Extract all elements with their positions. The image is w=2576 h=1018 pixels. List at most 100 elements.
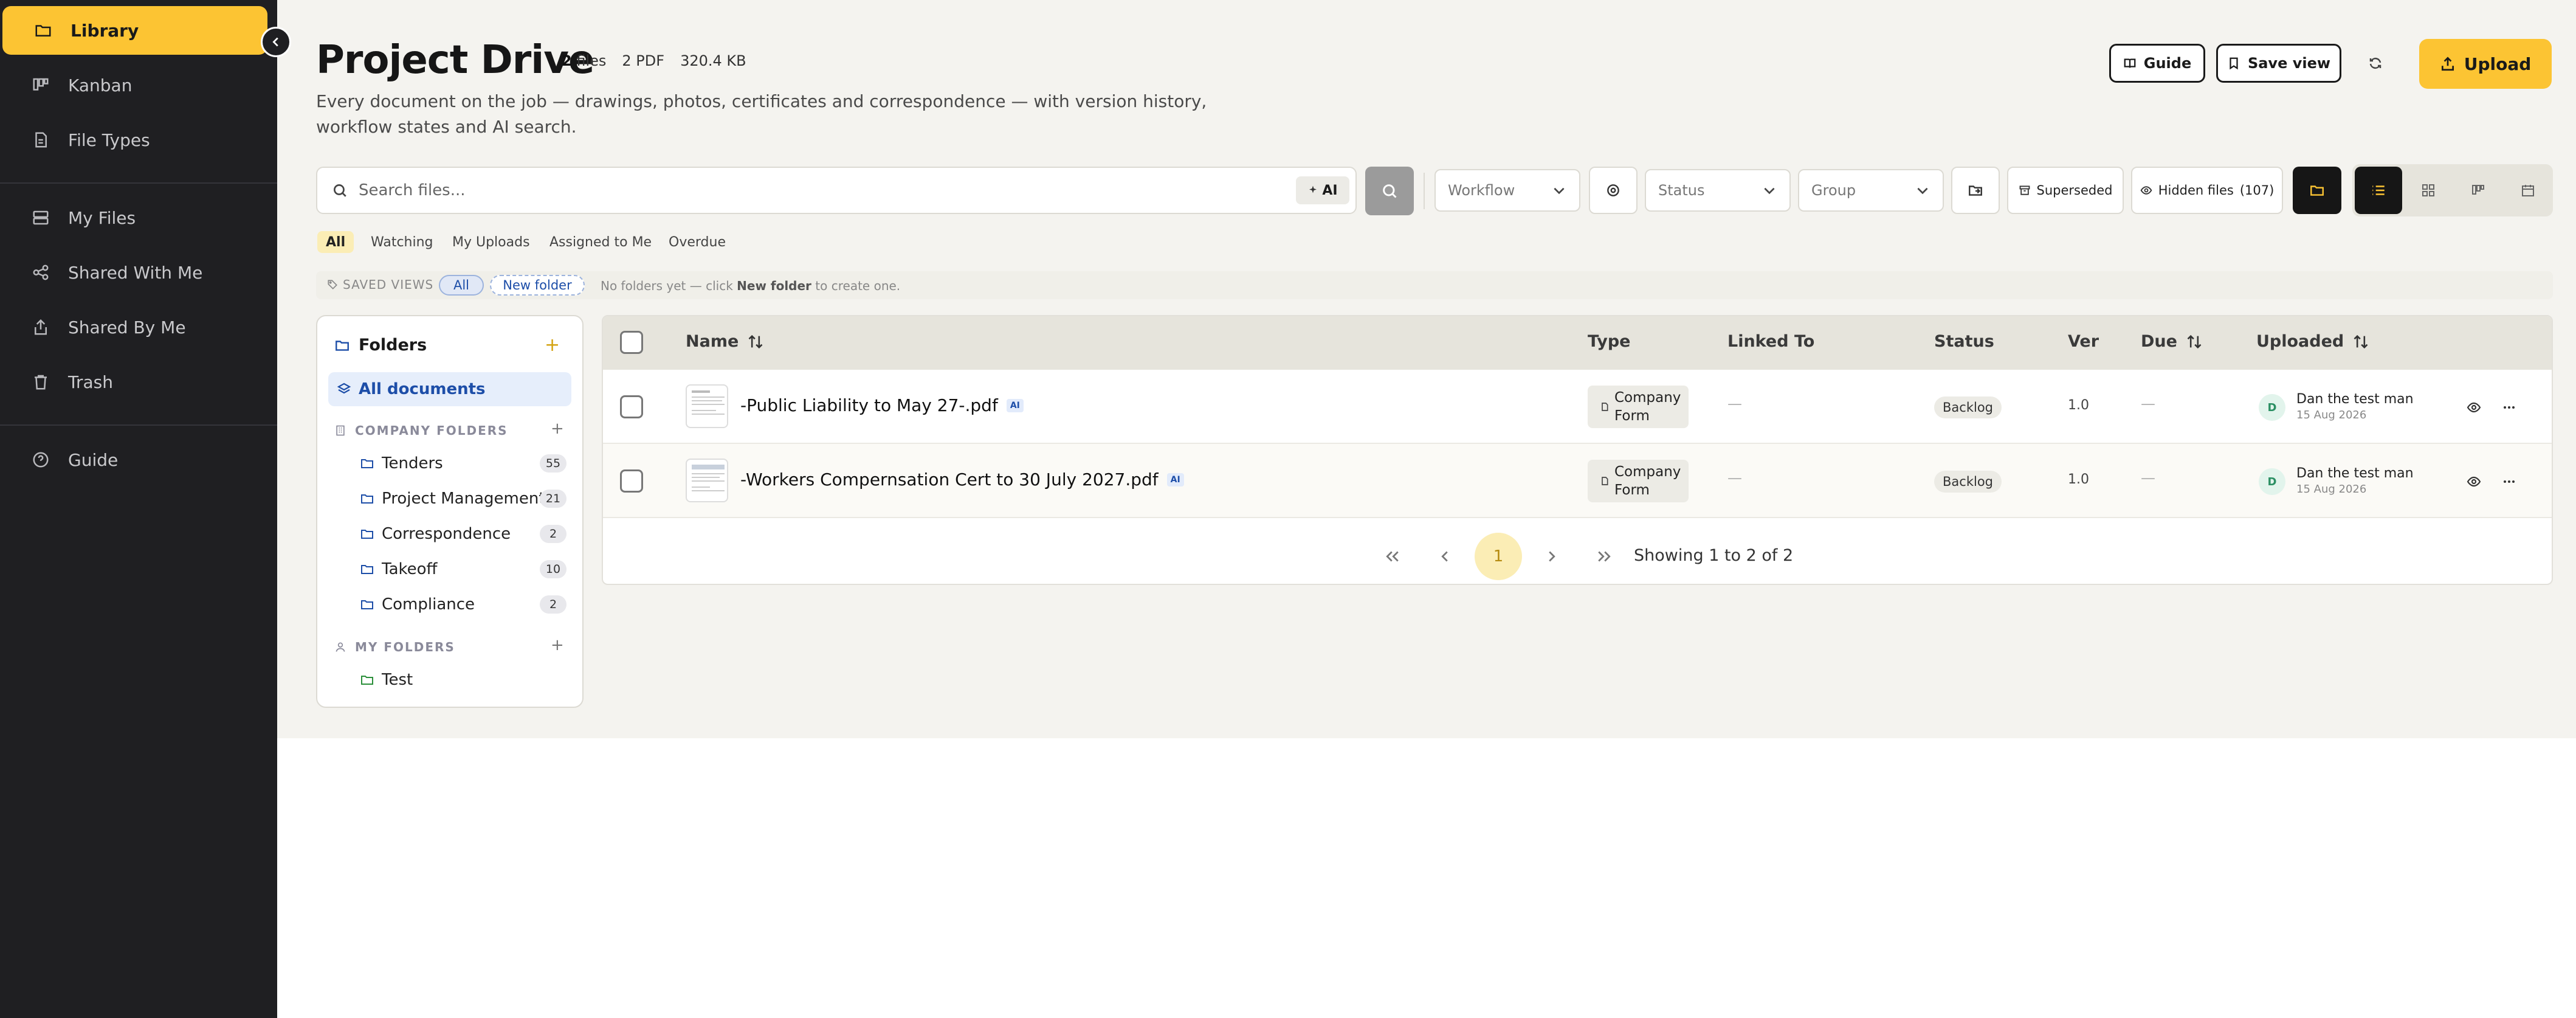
folder-item-project-management[interactable]: Project Management 21 (360, 486, 567, 511)
ai-indexed-badge: AI (1006, 398, 1024, 412)
company-folders-label: COMPANY FOLDERS (334, 423, 508, 438)
sidebar-item-trash[interactable]: Trash (0, 358, 269, 406)
file-name[interactable]: -Workers Compernsation Cert to 30 July 2… (740, 469, 1184, 490)
folder-count: 2 (540, 595, 567, 614)
sidebar-item-shared-with-me[interactable]: Shared With Me (0, 248, 269, 297)
calendar-view-button[interactable] (2504, 167, 2552, 214)
page-title: Project Drive (316, 38, 594, 83)
folder-item-takeoff[interactable]: Takeoff 10 (360, 557, 567, 581)
folder-count: 21 (540, 490, 567, 508)
more-actions-button[interactable] (2498, 396, 2520, 418)
sidebar-collapse-button[interactable] (261, 27, 291, 57)
sidebar-divider (0, 424, 277, 426)
search-input[interactable] (359, 181, 1270, 199)
more-actions-button[interactable] (2498, 471, 2520, 493)
row-checkbox[interactable] (620, 395, 643, 418)
add-folder-button[interactable]: + (545, 334, 560, 356)
type-badge: Company Form (1588, 460, 1689, 502)
filter-tab-all[interactable]: All (317, 231, 354, 253)
more-horizontal-icon (2502, 474, 2516, 489)
preview-button[interactable] (2463, 396, 2485, 418)
workflow-select[interactable]: Workflow (1434, 169, 1580, 212)
help-icon (30, 449, 51, 470)
more-horizontal-icon (2502, 400, 2516, 415)
pagination-info: Showing 1 to 2 of 2 (1634, 546, 1794, 565)
sidebar-item-my-files[interactable]: My Files (0, 193, 269, 242)
chevrons-right-icon (1595, 547, 1613, 566)
sidebar-divider (0, 182, 277, 184)
calendar-icon (2521, 183, 2535, 198)
preview-button[interactable] (2463, 471, 2485, 493)
status-select[interactable]: Status (1645, 169, 1791, 212)
hidden-files-toggle[interactable]: Hidden files (107) (2131, 167, 2283, 214)
filter-tab-assigned[interactable]: Assigned to Me (549, 231, 652, 253)
sidebar-item-kanban[interactable]: Kanban (0, 61, 269, 109)
type-badge: Company Form (1588, 386, 1689, 428)
sidebar-item-library[interactable]: Library (2, 6, 267, 55)
kanban-icon (2471, 183, 2485, 198)
prev-page-button[interactable] (1421, 533, 1469, 580)
new-folder-button[interactable]: New folder (490, 275, 585, 296)
guide-button[interactable]: Guide (2109, 44, 2205, 83)
add-my-folder-button[interactable]: + (551, 636, 564, 654)
folder-item-test[interactable]: Test (360, 668, 567, 692)
table-row[interactable]: -Workers Compernsation Cert to 30 July 2… (603, 444, 2552, 518)
page-number-current[interactable]: 1 (1475, 533, 1522, 580)
next-page-button[interactable] (1528, 533, 1576, 580)
user-icon (334, 641, 346, 653)
column-due[interactable]: Due (2141, 332, 2203, 351)
sidebar-item-label: Kanban (68, 75, 133, 95)
due-value: — (2141, 395, 2155, 412)
filter-tab-watching[interactable]: Watching (371, 231, 433, 253)
sidebar-item-file-types[interactable]: File Types (0, 116, 269, 164)
refresh-button[interactable] (2364, 52, 2386, 74)
column-name[interactable]: Name (686, 332, 764, 351)
table-row[interactable]: -Public Liability to May 27-.pdf AI Comp… (603, 370, 2552, 444)
ai-search-toggle[interactable]: AI (1296, 176, 1349, 204)
save-view-button[interactable]: Save view (2216, 44, 2341, 83)
row-checkbox[interactable] (620, 469, 643, 493)
add-company-folder-button[interactable]: + (551, 420, 564, 438)
upload-button[interactable]: Upload (2419, 39, 2552, 89)
book-icon (2123, 57, 2137, 70)
folder-item-correspondence[interactable]: Correspondence 2 (360, 522, 567, 546)
superseded-toggle[interactable]: Superseded (2007, 167, 2124, 214)
folder-item-compliance[interactable]: Compliance 2 (360, 592, 567, 617)
column-ver: Ver (2068, 332, 2099, 351)
eye-icon (2140, 184, 2152, 196)
file-name[interactable]: -Public Liability to May 27-.pdf AI (740, 395, 1024, 415)
chevron-down-icon (1551, 182, 1567, 198)
move-to-folder-button[interactable] (1951, 167, 2000, 214)
group-select[interactable]: Group (1798, 169, 1944, 212)
trash-icon (30, 372, 51, 392)
sidebar-item-shared-by-me[interactable]: Shared By Me (0, 303, 269, 351)
kanban-view-button[interactable] (2454, 167, 2502, 214)
bookmark-icon (2227, 57, 2240, 70)
chevron-left-icon (1436, 547, 1454, 566)
refresh-icon (2368, 56, 2383, 71)
folder-icon (360, 456, 374, 471)
search-submit-button[interactable] (1365, 167, 1414, 215)
sidebar-item-label: Shared With Me (68, 262, 203, 283)
total-size: 320.4 KB (680, 52, 746, 69)
main-content: Project Drive 2 files 2 PDF 320.4 KB Eve… (277, 0, 2576, 738)
first-page-button[interactable] (1369, 533, 1416, 580)
folder-item-tenders[interactable]: Tenders 55 (360, 451, 567, 476)
folder-icon (33, 20, 53, 41)
workflow-settings-button[interactable] (1589, 167, 1638, 214)
archive-icon (2019, 184, 2031, 196)
saved-view-all[interactable]: All (439, 275, 484, 296)
sidebar-item-guide[interactable]: Guide (0, 435, 269, 484)
list-view-button[interactable] (2355, 167, 2402, 214)
filter-tab-overdue[interactable]: Overdue (669, 231, 726, 253)
filter-tab-my-uploads[interactable]: My Uploads (452, 231, 530, 253)
last-page-button[interactable] (1580, 533, 1628, 580)
grid-view-button[interactable] (2405, 167, 2452, 214)
sort-icon (2352, 333, 2369, 350)
upload-icon (2440, 56, 2456, 72)
all-documents-item[interactable]: All documents (328, 372, 571, 406)
folder-view-toggle[interactable] (2293, 167, 2341, 214)
column-uploaded[interactable]: Uploaded (2256, 332, 2369, 351)
select-all-checkbox[interactable] (620, 331, 643, 354)
document-icon (1600, 402, 1610, 412)
